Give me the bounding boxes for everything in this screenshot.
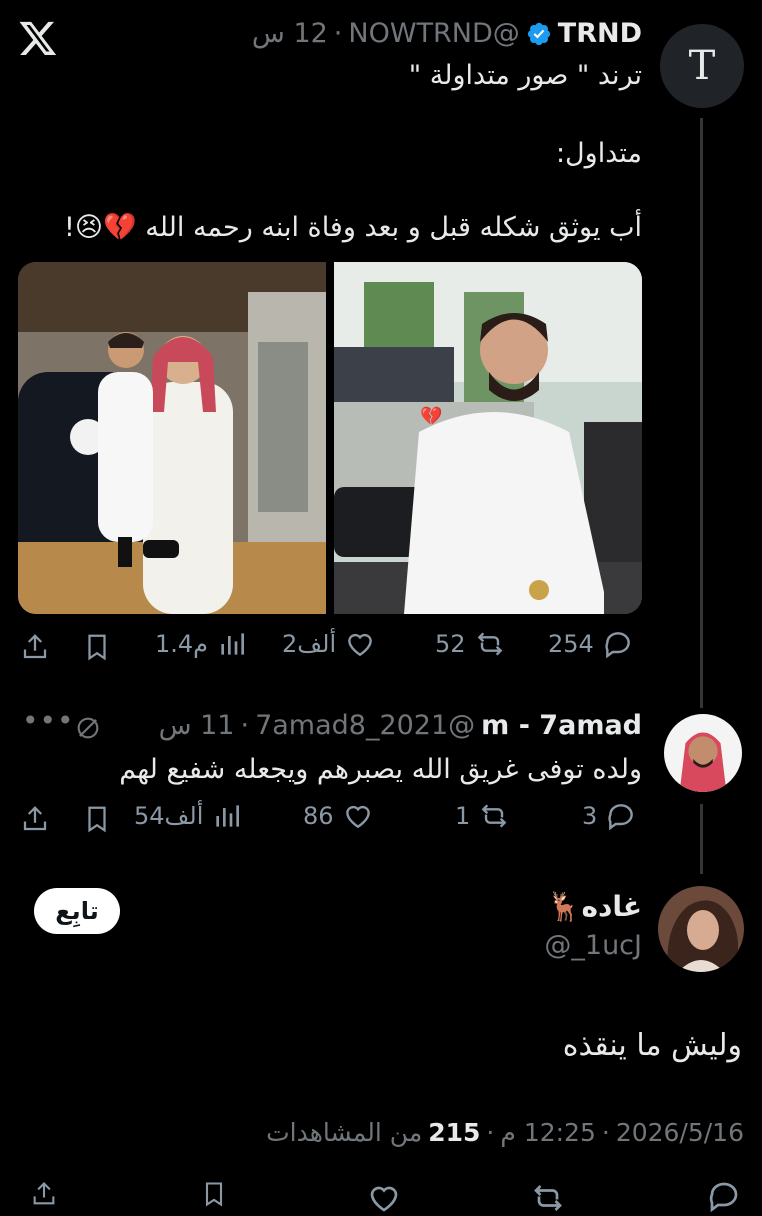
- avatar[interactable]: T: [660, 24, 744, 108]
- author-handle[interactable]: @NOWTRND: [348, 18, 519, 49]
- views-count: 54ألف: [134, 802, 204, 830]
- author-handle[interactable]: @_1ucJ: [544, 930, 642, 961]
- reply-icon: [608, 804, 634, 831]
- repost-icon: [481, 804, 507, 828]
- heart-icon: [348, 633, 372, 657]
- reply-count: 3: [582, 802, 598, 830]
- separator-dot: ·: [486, 1118, 495, 1147]
- tweet-time: 12:25 م: [500, 1118, 596, 1147]
- media-grid: 💔: [18, 262, 642, 614]
- heart-icon[interactable]: [366, 1180, 402, 1216]
- share-icon[interactable]: [20, 804, 50, 834]
- x-logo-icon[interactable]: [18, 18, 58, 58]
- bookmark-icon[interactable]: [82, 632, 112, 662]
- share-icon[interactable]: [30, 1180, 58, 1208]
- avatar[interactable]: [664, 714, 742, 792]
- tweet-line: ترند " صور متداولة ": [408, 60, 642, 91]
- share-icon[interactable]: [20, 632, 50, 662]
- views-label: من المشاهدات: [266, 1118, 423, 1147]
- reply-button[interactable]: 254: [548, 628, 634, 660]
- tweet-text: وليش ما ينقذه: [562, 1028, 742, 1063]
- photo-father-and-son[interactable]: [18, 262, 326, 614]
- author-name[interactable]: TRND: [558, 18, 642, 49]
- repost-count: 1: [455, 802, 471, 830]
- tweet-line: أب يوثق شكله قبل و بعد وفاة ابنه رحمه ال…: [64, 212, 642, 243]
- tweet-meta: 2026/5/16 · 12:25 م · 215 من المشاهدات: [266, 1118, 744, 1147]
- author-name[interactable]: غاده🦌: [547, 890, 642, 923]
- repost-icon[interactable]: [530, 1180, 566, 1216]
- reply-count: 254: [548, 630, 594, 658]
- author-handle[interactable]: @7amad8_2021: [255, 710, 475, 741]
- avatar-letter: T: [688, 43, 716, 89]
- repost-icon: [477, 632, 502, 656]
- tweet-header: TRND @NOWTRND · 12 س: [252, 18, 642, 49]
- like-button[interactable]: 2ألف: [282, 628, 376, 660]
- separator-dot: ·: [240, 710, 250, 741]
- like-count: 86: [303, 802, 334, 830]
- thread-line: [700, 118, 703, 708]
- photo-father-after[interactable]: 💔: [334, 262, 642, 614]
- views-count: 215: [428, 1118, 481, 1147]
- like-count: 2ألف: [282, 630, 337, 658]
- tweet-time: 11 س: [158, 710, 235, 741]
- views-count: 1.4م: [155, 630, 209, 658]
- repost-count: 52: [435, 630, 466, 658]
- views-button[interactable]: 54ألف: [134, 800, 243, 832]
- heart-icon: [345, 805, 370, 829]
- reply-icon[interactable]: [706, 1178, 742, 1214]
- follow-button[interactable]: تابِع: [34, 888, 120, 934]
- more-options-icon[interactable]: •••: [22, 704, 75, 737]
- analytics-icon: [216, 805, 240, 827]
- tweet-line: متداول:: [555, 138, 642, 169]
- separator-dot: ·: [601, 1118, 610, 1147]
- reply-icon: [605, 632, 630, 659]
- repost-button[interactable]: 1: [455, 800, 510, 832]
- verified-badge-icon: [527, 22, 550, 45]
- bookmark-icon[interactable]: [200, 1180, 228, 1208]
- tweet-date: 2026/5/16: [615, 1118, 744, 1147]
- repost-button[interactable]: 52: [435, 628, 506, 660]
- analytics-icon: [221, 633, 245, 655]
- avatar[interactable]: [658, 886, 744, 972]
- separator-dot: ·: [333, 18, 343, 49]
- tweet-text: ولده توفى غريق الله يصبرهم ويجعله شفيع ل…: [119, 754, 642, 785]
- author-name[interactable]: m - 7amad: [481, 710, 642, 741]
- broken-heart-emoji: 💔: [420, 406, 443, 427]
- reply-button[interactable]: 3: [582, 800, 637, 832]
- thread-line: [700, 804, 703, 874]
- tweet-time: 12 س: [251, 18, 328, 49]
- not-interested-icon[interactable]: [74, 714, 102, 742]
- tweet-header: m - 7amad @7amad8_2021 · 11 س: [159, 710, 642, 741]
- views-button[interactable]: 1.4م: [155, 628, 248, 660]
- like-button[interactable]: 86: [303, 800, 374, 832]
- bookmark-icon[interactable]: [82, 804, 112, 834]
